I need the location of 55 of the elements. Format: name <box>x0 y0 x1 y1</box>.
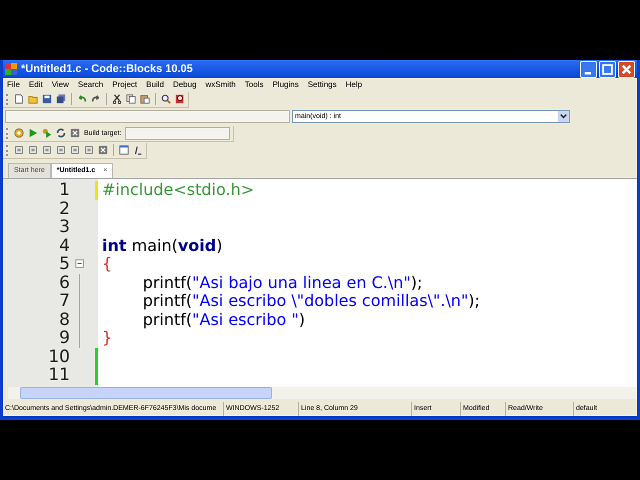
menu-item[interactable]: File <box>7 80 20 89</box>
horizontal-scrollbar[interactable] <box>8 387 637 399</box>
code-line: int main(void) <box>102 236 222 254</box>
close-button[interactable] <box>618 60 635 78</box>
code-line: } <box>102 328 112 347</box>
list-window-icon[interactable] <box>119 145 129 155</box>
search-icon[interactable] <box>161 94 171 104</box>
line-number: 10 <box>47 346 70 367</box>
fold-toggle-icon[interactable] <box>75 259 85 270</box>
cut-icon[interactable] <box>112 94 122 104</box>
code-line: { <box>102 254 112 273</box>
paste-icon[interactable] <box>140 94 150 104</box>
menu-item[interactable]: Settings <box>308 80 337 89</box>
maximize-button[interactable] <box>599 60 616 78</box>
menu-item[interactable]: Debug <box>172 80 197 89</box>
code-line: printf("Asi bajo una linea en C.\n"); <box>142 272 422 292</box>
line-number: 5 <box>58 254 70 274</box>
run-icon[interactable] <box>28 128 38 138</box>
menu-item[interactable]: Project <box>112 80 138 89</box>
code-line: printf("Asi escribo \"dobles comillas\".\n"); <box>142 291 480 310</box>
open-folder-icon[interactable] <box>28 94 38 104</box>
line-number: 6 <box>58 272 70 293</box>
copy-icon[interactable] <box>126 94 136 104</box>
line-number: 11 <box>47 365 70 386</box>
window-title: *Untitled1.c - Code::Blocks 10.05 <box>21 63 194 75</box>
menu-item[interactable]: wxSmith <box>206 80 236 89</box>
redo-icon[interactable] <box>91 94 101 104</box>
save-icon[interactable] <box>42 94 52 104</box>
line-number: 7 <box>58 291 70 312</box>
line-number: 1 <box>58 180 70 200</box>
code-line: #include<stdio.h> <box>102 180 254 199</box>
menu-item[interactable]: Edit <box>28 80 43 89</box>
undo-icon[interactable] <box>77 94 87 104</box>
menu-item[interactable]: Build <box>146 80 164 89</box>
rebuild-icon[interactable] <box>56 128 66 138</box>
menu-item[interactable]: Tools <box>244 80 264 89</box>
new-file-icon[interactable] <box>14 94 24 104</box>
scrollbar-thumb[interactable] <box>20 387 272 399</box>
build-run-icon[interactable] <box>42 128 52 138</box>
line-number: 9 <box>58 328 70 348</box>
save-all-icon[interactable] <box>56 94 66 104</box>
line-number: 8 <box>58 310 70 330</box>
app-icon <box>5 63 17 75</box>
stop-icon[interactable] <box>70 128 80 138</box>
menu-item[interactable]: Search <box>78 80 104 89</box>
stop-icon[interactable] <box>98 145 108 155</box>
menu-item[interactable]: Plugins <box>272 80 299 89</box>
gear-icon[interactable] <box>14 128 24 138</box>
menu-item[interactable]: Help <box>346 80 362 89</box>
minimize-button[interactable] <box>580 60 597 78</box>
line-number: 3 <box>58 217 70 238</box>
code-line: printf("Asi escribo ") <box>142 310 305 328</box>
line-number: 2 <box>58 198 70 219</box>
menu-item[interactable]: View <box>52 80 69 89</box>
line-number: 4 <box>58 236 70 256</box>
